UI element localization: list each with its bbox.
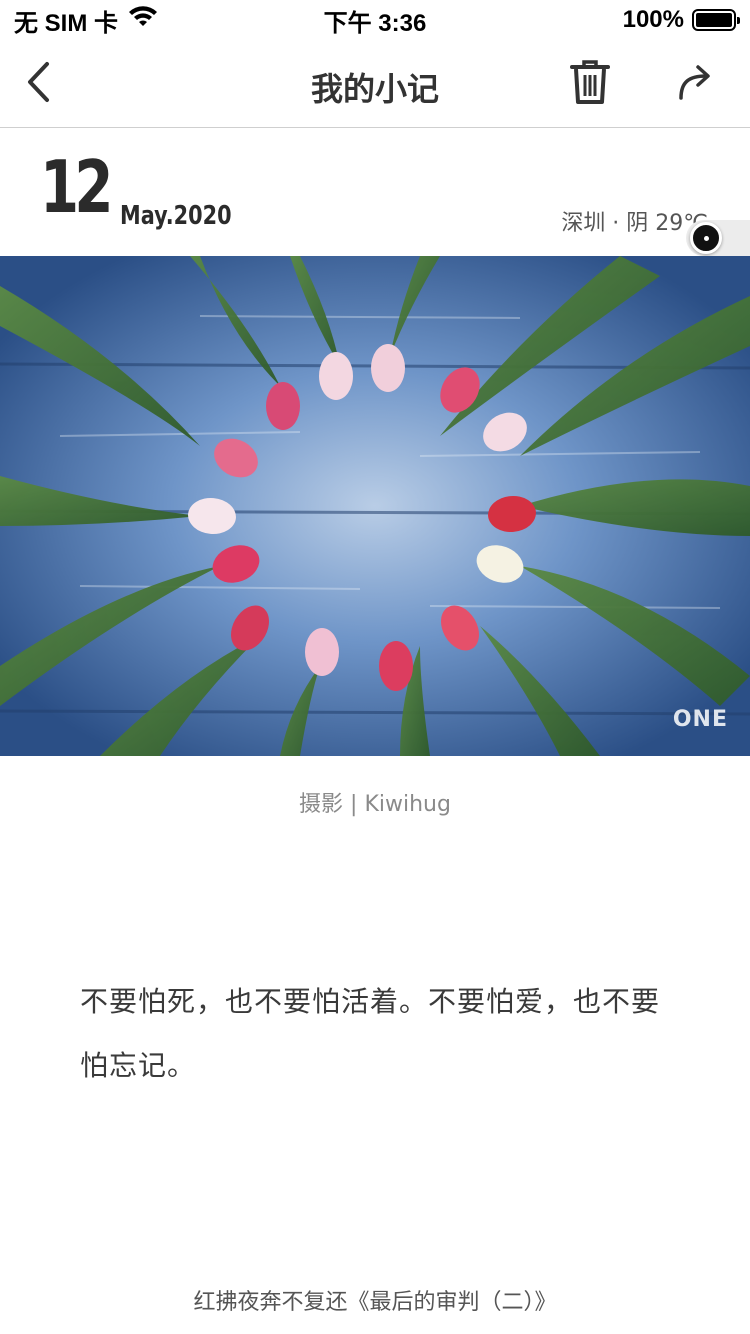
delete-button[interactable]	[566, 60, 614, 108]
share-button[interactable]	[672, 60, 720, 108]
quote-source[interactable]: 红拂夜奔不复还《最后的审判（二）》	[0, 1284, 750, 1316]
date-day: 12	[40, 145, 113, 229]
quote-text: 不要怕死，也不要怕活着。不要怕爱，也不要怕忘记。	[80, 985, 661, 1082]
date-row: 12 May.2020 深圳 · 阴 29℃	[0, 129, 750, 256]
page-title: 我的小记	[310, 70, 439, 108]
status-right: 100%	[622, 6, 740, 34]
floating-assistive-button[interactable]	[686, 220, 750, 256]
record-icon	[690, 222, 722, 254]
wifi-icon	[128, 5, 158, 35]
battery-icon	[692, 9, 740, 31]
tulip-photo-illustration	[0, 256, 750, 756]
trash-icon	[570, 59, 610, 109]
status-left: 无 SIM 卡	[14, 3, 158, 38]
status-bar: 无 SIM 卡 下午 3:36 100%	[0, 0, 750, 40]
one-watermark: ONE	[672, 707, 728, 732]
date-month-year: May.2020	[120, 201, 232, 231]
share-icon	[676, 62, 716, 106]
carrier-label: 无 SIM 卡	[14, 9, 119, 37]
cover-photo[interactable]: ONE	[0, 256, 750, 756]
battery-percent: 100%	[622, 6, 684, 33]
nav-bar: 我的小记	[0, 40, 750, 128]
photo-credit: 摄影 | Kiwihug	[299, 792, 451, 817]
